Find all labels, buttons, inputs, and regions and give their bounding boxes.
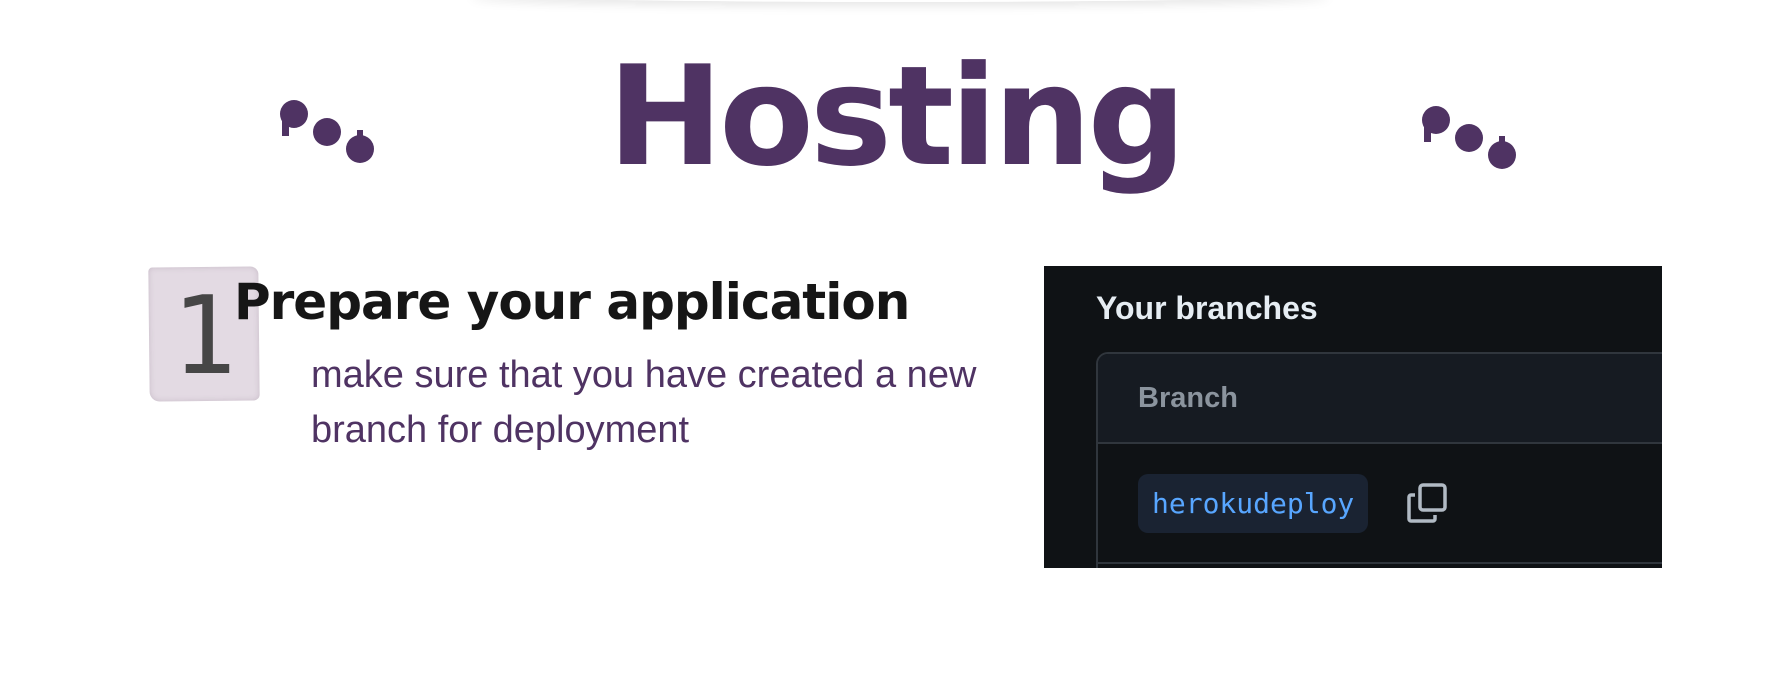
table-row: herokudeploy <box>1098 444 1662 564</box>
branches-screenshot: Your branches Branch herokudeploy <box>1044 266 1662 568</box>
step-title: Prepare your application <box>234 273 910 331</box>
speech-dots-right-decoration <box>1414 100 1524 180</box>
top-decoration <box>470 0 1330 2</box>
branch-name-link[interactable]: herokudeploy <box>1138 473 1369 533</box>
table-header-branch: Branch <box>1098 354 1662 444</box>
branches-heading: Your branches <box>1096 290 1318 326</box>
copy-icon[interactable] <box>1406 482 1448 524</box>
branches-table: Branch herokudeploy <box>1096 352 1662 568</box>
step-description: make sure that you have created a new br… <box>311 354 977 451</box>
